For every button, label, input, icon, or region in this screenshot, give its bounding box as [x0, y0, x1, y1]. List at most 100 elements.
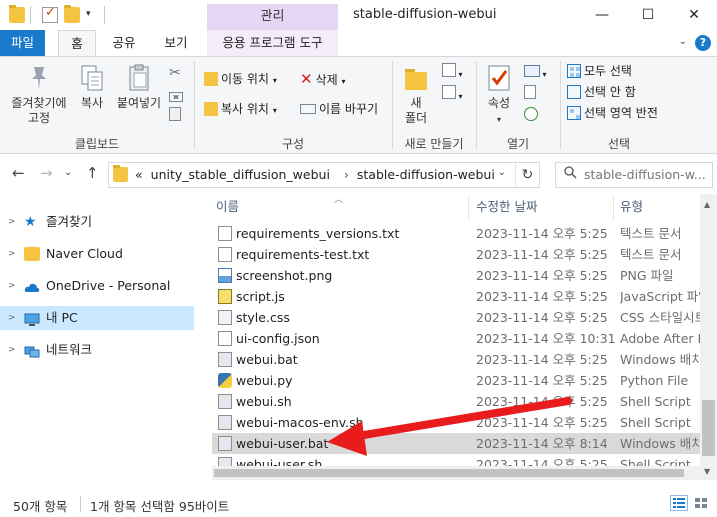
file-row[interactable]: script.js 2023-11-14 오후 5:25 JavaScript … [212, 286, 700, 307]
txt-file-icon [218, 247, 232, 262]
file-row[interactable]: requirements-test.txt 2023-11-14 오후 5:25… [212, 244, 700, 265]
details-view-icon[interactable] [670, 495, 688, 511]
address-dropdown-icon[interactable]: ⌄ [498, 167, 506, 178]
edit-icon[interactable] [524, 85, 536, 105]
easy-access-icon[interactable]: ▾ [442, 85, 463, 105]
scroll-up-icon[interactable]: ▲ [704, 200, 710, 209]
copy-button[interactable]: 복사 [74, 63, 110, 111]
sh-file-icon [218, 394, 232, 409]
breadcrumb-unity-stable-diffusion-webui[interactable]: unity_stable_diffusion_webui [151, 167, 330, 182]
column-divider[interactable] [468, 196, 469, 220]
column-header-date[interactable]: 수정한 날짜 [476, 194, 537, 220]
pin-to-quick-access-button[interactable]: 즐겨찾기에 고정 [4, 63, 74, 126]
quick-access-divider [30, 6, 31, 24]
file-row[interactable]: webui.py 2023-11-14 오후 5:25 Python File [212, 370, 700, 391]
properties-button[interactable]: 속성 ▾ [482, 63, 516, 127]
invert-selection-button[interactable]: 선택 영역 반전 [567, 103, 658, 123]
properties-quick-icon[interactable] [42, 5, 58, 23]
breadcrumb-stable-diffusion-webui[interactable]: stable-diffusion-webui [357, 167, 495, 182]
nav-item-naver-cloud[interactable]: > Naver Cloud [0, 242, 194, 266]
properties-icon [485, 63, 513, 93]
history-icon[interactable] [524, 107, 538, 127]
file-date: 2023-11-14 오후 10:31 [476, 331, 616, 346]
address-bar[interactable]: « unity_stable_diffusion_webui › stable-… [108, 162, 540, 188]
open-icon[interactable]: ▾ [524, 63, 547, 83]
file-name: style.css [236, 310, 290, 325]
nav-item-this-pc[interactable]: > 내 PC [0, 306, 194, 330]
refresh-button[interactable]: ↻ [515, 163, 539, 187]
search-box[interactable]: stable-diffusion-w... [555, 162, 713, 188]
file-type: CSS 스타일시트 [620, 310, 700, 325]
paste-shortcut-icon[interactable] [169, 107, 181, 127]
expand-arrow-icon[interactable]: > [8, 306, 16, 330]
ribbon-collapse-icon[interactable]: ⌄ [679, 36, 687, 47]
nav-item-label: 내 PC [46, 310, 78, 325]
move-to-button[interactable]: 이동 위치 ▾ [204, 69, 277, 89]
forward-button[interactable]: → [40, 164, 53, 182]
recent-locations-button[interactable]: ⌄ [64, 167, 72, 178]
tab-file[interactable]: 파일 [0, 30, 45, 56]
back-button[interactable]: ← [12, 164, 25, 182]
file-date: 2023-11-14 오후 5:25 [476, 268, 608, 283]
file-name: screenshot.png [236, 268, 333, 283]
file-row[interactable]: ui-config.json 2023-11-14 오후 10:31 Adobe… [212, 328, 700, 349]
file-row[interactable]: screenshot.png 2023-11-14 오후 5:25 PNG 파일 [212, 265, 700, 286]
file-row[interactable]: style.css 2023-11-14 오후 5:25 CSS 스타일시트 [212, 307, 700, 328]
column-header-name[interactable]: 이름 [216, 194, 239, 220]
folder-icon[interactable] [9, 5, 25, 23]
file-date: 2023-11-14 오후 5:25 [476, 247, 608, 262]
minimize-button[interactable]: — [579, 0, 625, 30]
txt-file-icon [218, 226, 232, 241]
manage-context-tab-header[interactable]: 관리 [207, 4, 338, 30]
new-folder-quick-icon[interactable] [64, 5, 80, 23]
help-icon[interactable]: ? [695, 35, 711, 51]
large-icons-view-icon[interactable] [692, 495, 710, 511]
close-button[interactable]: ✕ [671, 0, 717, 30]
scrollbar-thumb[interactable] [214, 469, 684, 477]
rename-button[interactable]: 이름 바꾸기 [300, 99, 378, 119]
column-divider[interactable] [613, 196, 614, 220]
column-header-type[interactable]: 유형 [620, 194, 643, 220]
nav-item-favorites[interactable]: > ★ 즐겨찾기 [0, 210, 194, 234]
file-row[interactable]: webui.bat 2023-11-14 오후 5:25 Windows 배치 [212, 349, 700, 370]
customize-quick-access-icon[interactable]: ▾ [86, 9, 91, 19]
select-all-button[interactable]: 모두 선택 [567, 61, 632, 81]
file-row-selected[interactable]: webui-user.bat 2023-11-14 오후 8:14 Window… [212, 433, 700, 454]
tab-share[interactable]: 공유 [103, 30, 145, 56]
open-group-label: 열기 [506, 137, 530, 151]
breadcrumb-overflow[interactable]: « [135, 167, 143, 182]
vertical-scrollbar[interactable]: ▲ ▼ [700, 194, 717, 480]
search-input[interactable]: stable-diffusion-w... [584, 167, 708, 182]
select-none-button[interactable]: 선택 안 함 [567, 82, 636, 102]
maximize-button[interactable]: ☐ [625, 0, 671, 30]
js-file-icon [218, 289, 232, 304]
nav-item-network[interactable]: > 네트워크 [0, 338, 194, 362]
expand-arrow-icon[interactable]: > [8, 338, 16, 362]
scroll-down-icon[interactable]: ▼ [704, 467, 710, 476]
copy-to-button[interactable]: 복사 위치 ▾ [204, 99, 277, 119]
tab-home[interactable]: 홈 [58, 30, 96, 56]
file-row[interactable]: requirements_versions.txt 2023-11-14 오후 … [212, 223, 700, 244]
expand-arrow-icon[interactable]: > [8, 242, 16, 266]
file-name: webui.bat [236, 352, 298, 367]
horizontal-scrollbar[interactable] [212, 466, 700, 480]
cut-icon[interactable]: ✂ [169, 63, 181, 83]
file-row[interactable]: webui.sh 2023-11-14 오후 5:25 Shell Script [212, 391, 700, 412]
expand-arrow-icon[interactable]: > [8, 210, 16, 234]
copy-path-icon[interactable]: w [169, 85, 183, 105]
up-button[interactable]: ↑ [86, 164, 99, 182]
file-name: webui.py [236, 373, 293, 388]
rename-icon [300, 103, 316, 114]
tab-app-tools[interactable]: 응용 프로그램 도구 [207, 30, 338, 56]
new-folder-button[interactable]: 새 폴더 [398, 63, 434, 126]
paste-button[interactable]: 붙여넣기 [114, 63, 164, 111]
nav-item-onedrive[interactable]: > OneDrive - Personal [0, 274, 194, 298]
scrollbar-thumb[interactable] [702, 400, 715, 456]
breadcrumb-separator-icon[interactable]: › [344, 167, 349, 182]
delete-button[interactable]: ✕ 삭제 ▾ [300, 69, 346, 89]
tab-view[interactable]: 보기 [155, 30, 197, 56]
file-row[interactable]: webui-macos-env.sh 2023-11-14 오후 5:25 Sh… [212, 412, 700, 433]
new-item-icon[interactable]: ▾ [442, 63, 463, 83]
expand-arrow-icon[interactable]: > [8, 274, 16, 298]
clipboard-group-label: 클립보드 [74, 137, 120, 151]
